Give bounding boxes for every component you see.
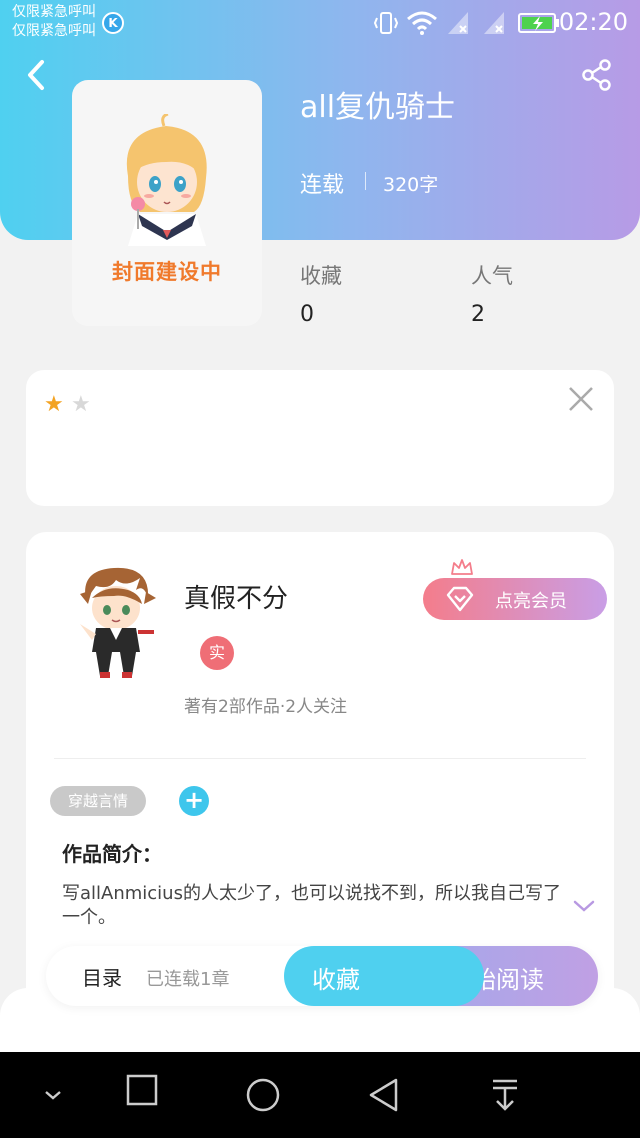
signal-icon-1 — [448, 12, 468, 34]
rating-card: ★ ★ — [26, 370, 614, 506]
vip-button-label: 点亮会员 — [495, 591, 567, 612]
star-empty-icon[interactable]: ★ — [71, 394, 91, 416]
favorites-label: 收藏 — [300, 264, 342, 288]
popularity-label: 人气 — [471, 264, 513, 288]
intro-text: 写allAnmicius的人太少了，也可以说找不到，所以我自己写了一个。 — [62, 883, 561, 928]
intro-heading: 作品简介： — [62, 842, 162, 866]
status-divider — [365, 172, 366, 190]
carrier-line-2: 仅限紧急呼叫 — [12, 23, 96, 39]
popularity-count: 2 — [471, 302, 485, 327]
favorites-count: 0 — [300, 302, 314, 327]
diamond-icon — [446, 586, 474, 612]
activate-vip-button[interactable]: 点亮会员 — [423, 578, 607, 620]
clock: 02:20 — [558, 8, 628, 36]
share-icon[interactable] — [580, 58, 614, 92]
battery-icon — [518, 13, 559, 33]
add-tag-button[interactable]: + — [179, 786, 209, 816]
home-icon[interactable] — [246, 1078, 280, 1112]
section-divider — [54, 758, 586, 759]
back-nav-icon[interactable] — [368, 1078, 400, 1112]
crown-icon — [451, 559, 473, 575]
genre-tag[interactable]: 穿越言情 — [50, 786, 146, 816]
action-bar: 目录 已连载1章 开始阅读 收藏 — [46, 946, 598, 1006]
chevron-down-icon[interactable] — [42, 1084, 64, 1106]
author-stats: 著有2部作品·2人关注 — [184, 697, 348, 717]
star-filled-icon[interactable]: ★ — [44, 394, 64, 416]
emergency-call-text: 仅限紧急呼叫 仅限紧急呼叫 — [12, 3, 96, 41]
book-cover[interactable]: 封面建设中 — [72, 80, 262, 326]
notification-pulldown-icon[interactable] — [490, 1078, 520, 1112]
cover-illustration — [126, 114, 207, 246]
carrier-line-1: 仅限紧急呼叫 — [12, 4, 96, 20]
favorite-label: 收藏 — [312, 966, 360, 994]
back-icon[interactable] — [22, 58, 52, 92]
cover-placeholder-label: 封面建设中 — [112, 260, 222, 284]
wifi-icon — [407, 11, 437, 35]
author-avatar[interactable] — [66, 560, 166, 680]
book-title: all复仇骑士 — [300, 90, 456, 125]
signal-icon-2 — [484, 12, 504, 34]
k-app-icon: K — [102, 12, 124, 34]
word-count: 320字 — [383, 174, 439, 196]
author-name[interactable]: 真假不分 — [184, 578, 288, 615]
chevron-down-icon[interactable] — [572, 898, 596, 914]
verified-badge: 实 — [200, 636, 234, 670]
system-nav-bar — [0, 1052, 640, 1138]
serial-status: 连载 — [300, 173, 345, 198]
toc-button[interactable]: 目录 — [82, 962, 122, 991]
status-bar: 仅限紧急呼叫 仅限紧急呼叫 K 02:20 — [0, 0, 640, 46]
close-icon[interactable] — [566, 384, 596, 414]
chapter-count: 已连载1章 — [146, 969, 230, 990]
recent-apps-icon[interactable] — [126, 1074, 158, 1106]
favorite-button[interactable]: 收藏 — [284, 946, 484, 1006]
vibrate-icon — [374, 12, 398, 34]
